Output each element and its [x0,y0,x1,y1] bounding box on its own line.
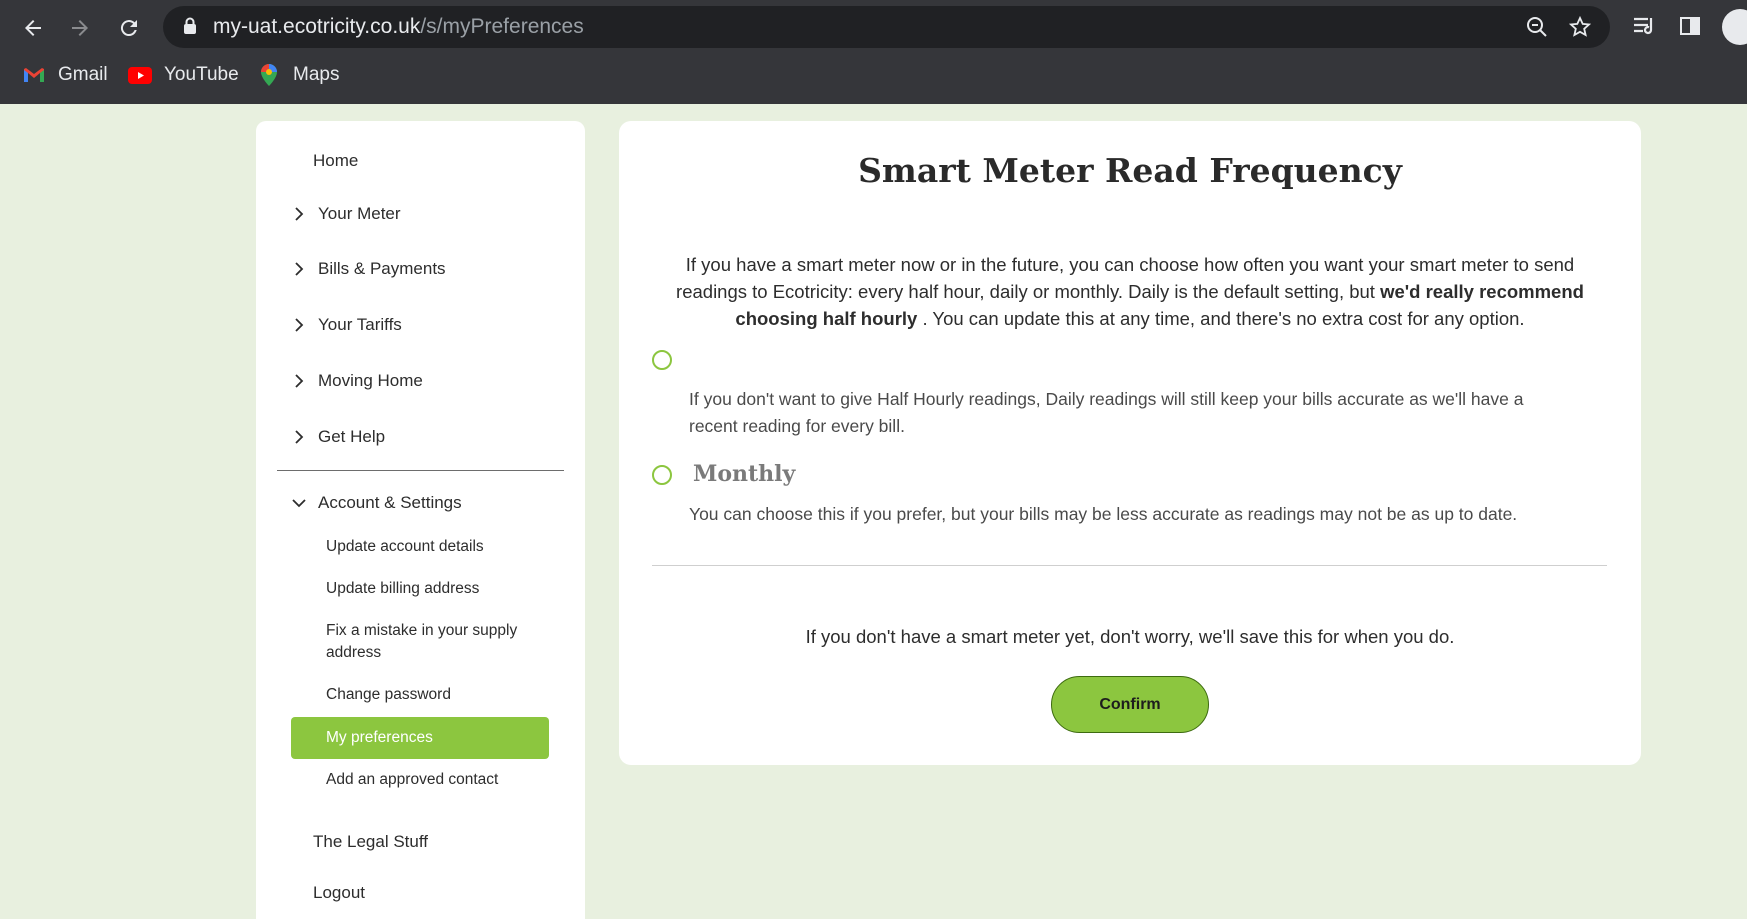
sidebar-item-home[interactable]: Home [256,141,585,181]
sidebar-item-account-settings[interactable]: Account & Settings [256,483,585,523]
subnav-label: Add an approved contact [326,771,499,788]
subnav-label: Update billing address [326,580,480,597]
lock-icon [184,17,196,34]
intro-text: If you have a smart meter now or in the … [659,251,1601,332]
address-bar[interactable]: my-uat.ecotricity.co.uk/s/myPreferences [163,6,1610,48]
sidebar-item-label: Your Tariffs [318,315,402,334]
url-domain: my-uat.ecotricity.co.uk [213,15,421,38]
radio-option-monthly[interactable] [652,465,672,485]
subnav-add-approved-contact[interactable]: Add an approved contact [291,769,549,791]
url-text: my-uat.ecotricity.co.uk/s/myPreferences [213,15,584,39]
subnav-label: Update account details [326,538,484,555]
subnav-label: Change password [326,686,451,703]
profile-avatar-icon[interactable] [1722,9,1747,45]
sidebar-item-label: Account & Settings [318,493,462,512]
intro-tail: . You can update this at any time, and t… [922,308,1525,329]
youtube-icon [128,64,152,86]
no-meter-note: If you don't have a smart meter yet, don… [805,626,1455,647]
subnav-change-password[interactable]: Change password [291,684,549,706]
back-arrow-icon [25,20,41,36]
gmail-icon [22,64,46,86]
sidebar-item-get-help[interactable]: Get Help [256,417,585,457]
subnav-update-billing-address[interactable]: Update billing address [291,578,549,600]
sidebar-item-label: Logout [313,883,365,902]
confirm-button[interactable]: Confirm [1051,676,1209,733]
sidebar-item-label: The Legal Stuff [313,832,428,851]
forward-arrow-icon [72,20,88,36]
side-panel-icon[interactable] [1678,14,1702,38]
sidebar-divider [277,470,564,471]
chevron-down-icon [292,499,306,508]
subnav-my-preferences[interactable]: My preferences [291,717,549,759]
sidebar-item-label: Get Help [318,427,386,446]
back-button[interactable] [13,8,53,48]
bookmark-gmail[interactable]: Gmail [22,60,108,90]
sidebar-item-label: Home [313,151,359,170]
page-title: Smart Meter Read Frequency [858,151,1402,190]
subnav-fix-supply-address[interactable]: Fix a mistake in your supply address [291,620,549,664]
chevron-right-icon [295,374,304,388]
option-1-description: If you don't want to give Half Hourly re… [689,389,1524,436]
bookmark-label: Maps [293,64,340,85]
radio-option-1[interactable] [652,350,672,370]
sidebar-item-your-meter[interactable]: Your Meter [256,194,585,234]
chevron-right-icon [295,262,304,276]
bookmark-maps[interactable]: Maps [257,60,339,90]
bookmark-star-icon[interactable] [1568,15,1592,39]
option-monthly-title: Monthly [693,461,796,487]
preferences-card: Smart Meter Read Frequency If you have a… [619,121,1641,765]
bookmark-label: YouTube [164,64,239,85]
card-divider [652,565,1607,566]
sidebar-nav: Home Your Meter Bills & Payments Your Ta… [256,121,585,919]
subnav-update-account-details[interactable]: Update account details [291,536,549,558]
subnav-label: Fix a mistake in your supply address [326,622,518,661]
sidebar-item-logout[interactable]: Logout [256,873,585,913]
sidebar-item-legal[interactable]: The Legal Stuff [256,822,585,862]
sidebar-item-your-tariffs[interactable]: Your Tariffs [256,305,585,345]
sidebar-item-label: Your Meter [318,204,401,223]
zoom-icon[interactable] [1525,15,1549,39]
chevron-right-icon [295,430,304,444]
reload-button[interactable] [109,8,149,48]
reading-list-icon[interactable] [1632,14,1658,38]
subnav-label: My preferences [326,729,433,746]
sidebar-item-label: Bills & Payments [318,259,446,278]
maps-icon [257,64,281,86]
sidebar-item-bills-payments[interactable]: Bills & Payments [256,249,585,289]
bookmark-label: Gmail [58,64,108,85]
chevron-right-icon [295,318,304,332]
forward-button[interactable] [60,8,100,48]
reload-icon [120,20,137,37]
chevron-right-icon [295,207,304,221]
option-monthly-description: You can choose this if you prefer, but y… [689,504,1518,524]
bookmark-youtube[interactable]: YouTube [128,60,239,90]
browser-toolbar: my-uat.ecotricity.co.uk/s/myPreferences … [0,0,1747,104]
sidebar-item-moving-home[interactable]: Moving Home [256,361,585,401]
url-path: /s/myPreferences [420,15,584,38]
sidebar-item-label: Moving Home [318,371,423,390]
